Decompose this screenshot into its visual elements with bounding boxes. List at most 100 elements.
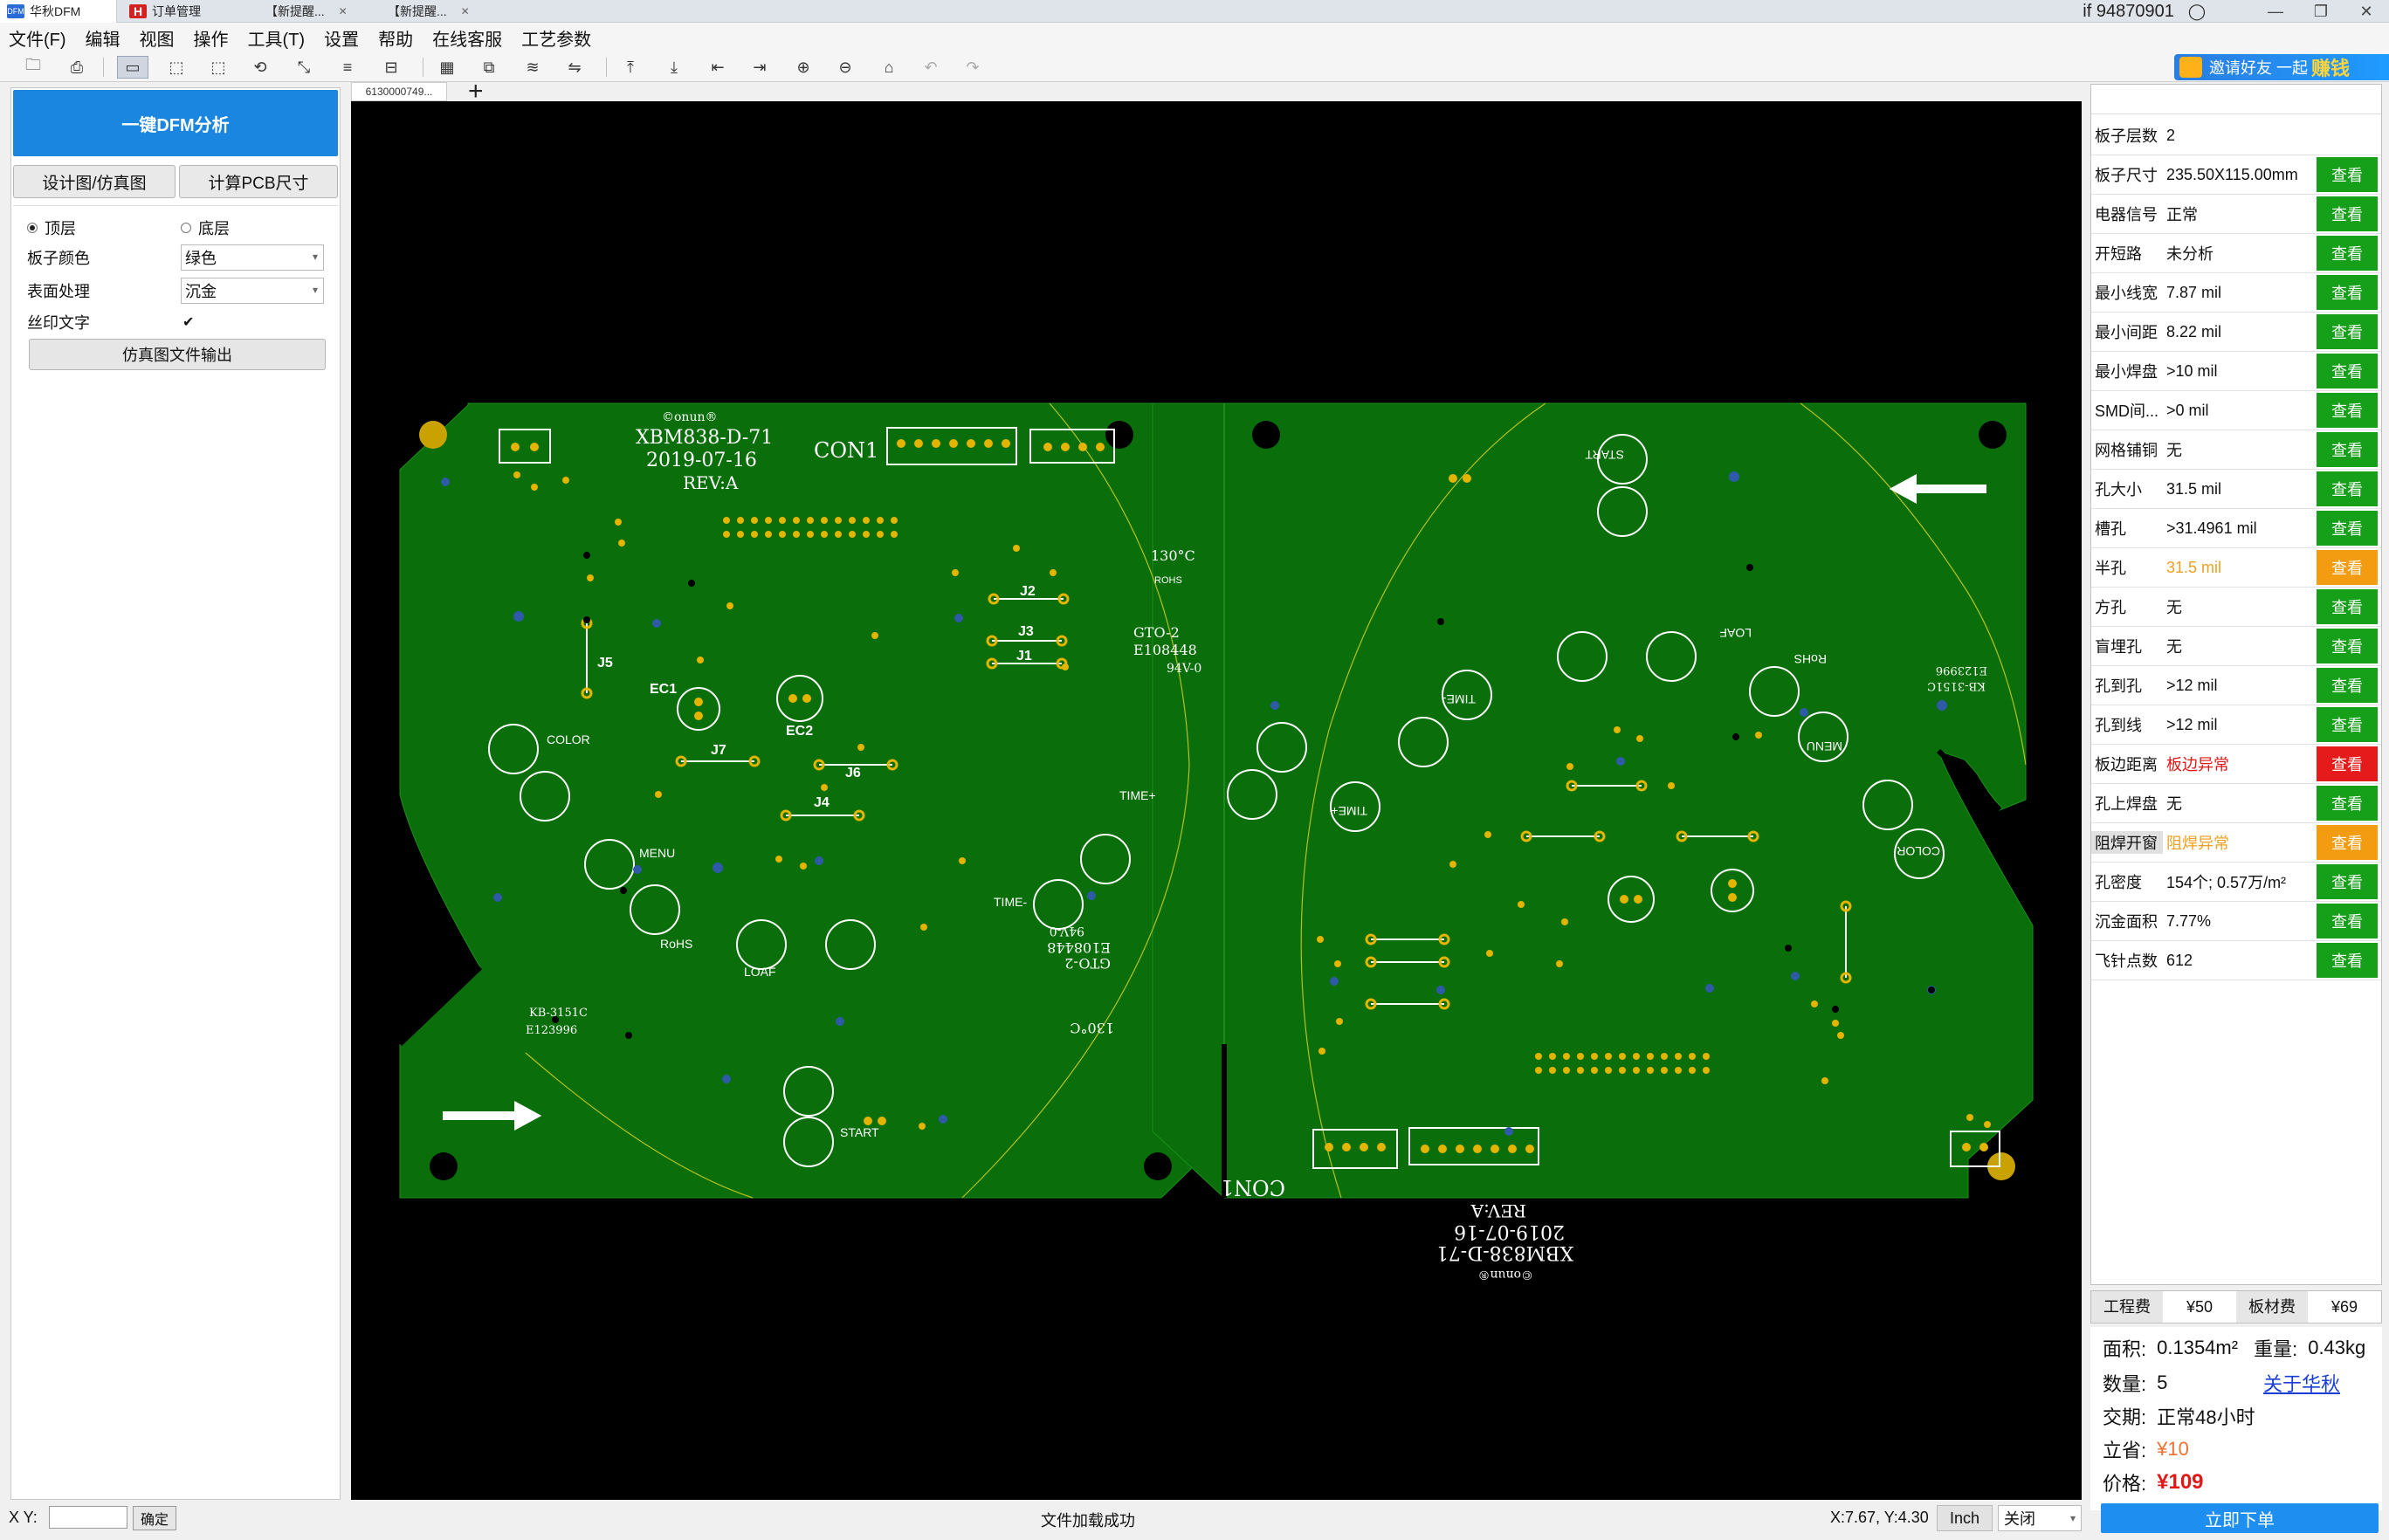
svg-text:RoHS: RoHS <box>1794 652 1827 666</box>
result-value: >0 mil <box>2166 401 2209 419</box>
j4-label: J4 <box>814 795 830 810</box>
redo-icon[interactable]: ↷ <box>957 56 988 79</box>
pointer-icon[interactable]: ⬚ <box>161 56 192 79</box>
silk-text-checkbox[interactable]: ✔ <box>182 309 194 335</box>
delivery-label: 交期: <box>2103 1406 2147 1428</box>
start-label: START <box>840 1125 879 1139</box>
kb-label: KB-3151C <box>529 1007 588 1020</box>
invite-promo-banner[interactable]: 邀请好友 一起 赚钱 <box>2174 54 2389 80</box>
pcb-board-render[interactable]: ©onun® XBM838-D-71 2019-07-16 REV:A CON1… <box>351 101 2082 1500</box>
view-button[interactable]: 查看 <box>2317 432 2378 467</box>
restore-icon[interactable]: ❐ <box>2298 0 2344 23</box>
measure-icon[interactable]: ⊟ <box>375 56 407 79</box>
tab-label: 【新提醒... <box>388 4 447 18</box>
result-value: 无 <box>2166 442 2182 459</box>
home-icon[interactable]: ⌂ <box>873 56 905 79</box>
tab-order-management[interactable]: H 订单管理 <box>122 0 236 23</box>
view-button[interactable]: 查看 <box>2317 471 2378 506</box>
about-huaqiu-link[interactable]: 关于华秋 <box>2263 1369 2340 1397</box>
component-icon[interactable]: ⧉ <box>473 56 505 79</box>
pcb-canvas[interactable]: ©onun® XBM838-D-71 2019-07-16 REV:A CON1… <box>351 101 2082 1500</box>
close-tab-icon[interactable]: ✕ <box>339 5 348 17</box>
view-button[interactable]: 查看 <box>2317 354 2378 388</box>
view-button[interactable]: 查看 <box>2317 589 2378 624</box>
view-button[interactable]: 查看 <box>2317 275 2378 310</box>
result-label: 板子尺寸 <box>2095 167 2158 184</box>
view-button[interactable]: 查看 <box>2317 236 2378 271</box>
design-view-button[interactable]: 设计图/仿真图 <box>13 165 176 198</box>
board-color-select[interactable]: 绿色 ▾ <box>181 244 324 271</box>
view-button[interactable]: 查看 <box>2317 629 2378 663</box>
user-icon[interactable]: ◯ <box>2188 3 2206 21</box>
radio-unselected-icon[interactable] <box>181 223 191 233</box>
align-bottom-icon[interactable]: ⤓ <box>658 56 690 79</box>
view-button[interactable]: 查看 <box>2317 786 2378 821</box>
align-top-icon[interactable]: ⤒ <box>615 56 646 79</box>
flip-icon[interactable]: ⇋ <box>559 56 590 79</box>
menu-tools[interactable]: 工具(T) <box>248 25 306 51</box>
bottom-layer-radio[interactable]: 底层 <box>181 215 230 241</box>
view-button[interactable]: 查看 <box>2317 196 2378 231</box>
document-tab[interactable]: 6130000749... <box>351 82 447 101</box>
view-button[interactable]: 查看 <box>2317 746 2378 781</box>
view-button[interactable]: 查看 <box>2317 707 2378 742</box>
close-window-icon[interactable]: ✕ <box>2344 0 2389 23</box>
tab-new-reminder-1[interactable]: 【新提醒... ✕ <box>253 0 358 23</box>
tab-huaqiu-dfm[interactable]: DFM 华秋DFM <box>0 0 117 23</box>
tab-new-reminder-2[interactable]: 【新提醒... ✕ <box>375 0 480 23</box>
view-button[interactable]: 查看 <box>2317 314 2378 349</box>
view-button[interactable]: 查看 <box>2317 943 2378 978</box>
view-button[interactable]: 查看 <box>2317 511 2378 546</box>
open-folder-icon[interactable]: 🗀 <box>17 56 49 79</box>
calc-pcb-size-button[interactable]: 计算PCB尺寸 <box>179 165 338 198</box>
close-tab-icon[interactable]: ✕ <box>461 5 470 17</box>
j5-label: J5 <box>597 656 613 670</box>
menu-edit[interactable]: 编辑 <box>86 25 120 51</box>
layers-icon[interactable]: ≡ <box>332 56 363 79</box>
view-button[interactable]: 查看 <box>2317 157 2378 192</box>
surface-select[interactable]: 沉金 ▾ <box>181 278 324 304</box>
one-click-dfm-button[interactable]: 一键DFM分析 <box>13 90 338 156</box>
route-icon[interactable]: ⤡ <box>288 56 320 79</box>
minimize-icon[interactable]: — <box>2253 0 2298 23</box>
menu-view[interactable]: 视图 <box>140 25 175 51</box>
select-mode-icon[interactable]: ▭ <box>117 56 148 79</box>
rotate-icon[interactable]: ⟲ <box>244 56 276 79</box>
zoom-out-icon[interactable]: ⊖ <box>830 56 861 79</box>
result-row: 板边距离 板边异常 查看 <box>2091 745 2381 784</box>
align-left-icon[interactable]: ⇤ <box>702 56 733 79</box>
menu-operate[interactable]: 操作 <box>194 25 229 51</box>
view-button[interactable]: 查看 <box>2317 668 2378 703</box>
menu-process-params[interactable]: 工艺参数 <box>521 25 591 51</box>
menu-file[interactable]: 文件(F) <box>9 25 66 51</box>
export-simulation-button[interactable]: 仿真图文件输出 <box>29 339 326 370</box>
zoom-in-icon[interactable]: ⊕ <box>788 56 819 79</box>
order-now-button[interactable]: 立即下单 <box>2101 1503 2379 1533</box>
result-row: 槽孔 >31.4961 mil 查看 <box>2091 509 2381 548</box>
unit-toggle-button[interactable]: Inch <box>1937 1505 1993 1531</box>
logo-text: ©onun® <box>662 410 717 424</box>
view-button[interactable]: 查看 <box>2317 393 2378 428</box>
result-row: 最小焊盘 >10 mil 查看 <box>2091 352 2381 391</box>
user-account[interactable]: if 94870901 ◯ <box>2083 0 2206 23</box>
menu-help[interactable]: 帮助 <box>378 25 413 51</box>
view-button[interactable]: 查看 <box>2317 550 2378 585</box>
menu-settings[interactable]: 设置 <box>324 25 359 51</box>
print-icon[interactable]: ⎙ <box>61 56 93 79</box>
confirm-button[interactable]: 确定 <box>133 1506 176 1530</box>
box-select-icon[interactable]: ⬚ <box>203 56 234 79</box>
view-button[interactable]: 查看 <box>2317 904 2378 938</box>
gift-icon <box>2179 57 2202 78</box>
xy-input[interactable] <box>49 1506 127 1529</box>
top-layer-radio[interactable]: 顶层 <box>27 215 76 241</box>
menu-online-service[interactable]: 在线客服 <box>432 25 502 51</box>
align-right-icon[interactable]: ⇥ <box>744 56 775 79</box>
view-button[interactable]: 查看 <box>2317 825 2378 860</box>
view-button[interactable]: 查看 <box>2317 864 2378 899</box>
result-row: 网格铺铜无 查看 <box>2091 430 2381 470</box>
grid-icon[interactable]: ▦ <box>431 56 463 79</box>
radio-selected-icon[interactable] <box>27 223 38 233</box>
close-select[interactable]: 关闭 ▾ <box>1998 1505 2082 1531</box>
stack-icon[interactable]: ≋ <box>517 56 548 79</box>
undo-icon[interactable]: ↶ <box>915 56 947 79</box>
